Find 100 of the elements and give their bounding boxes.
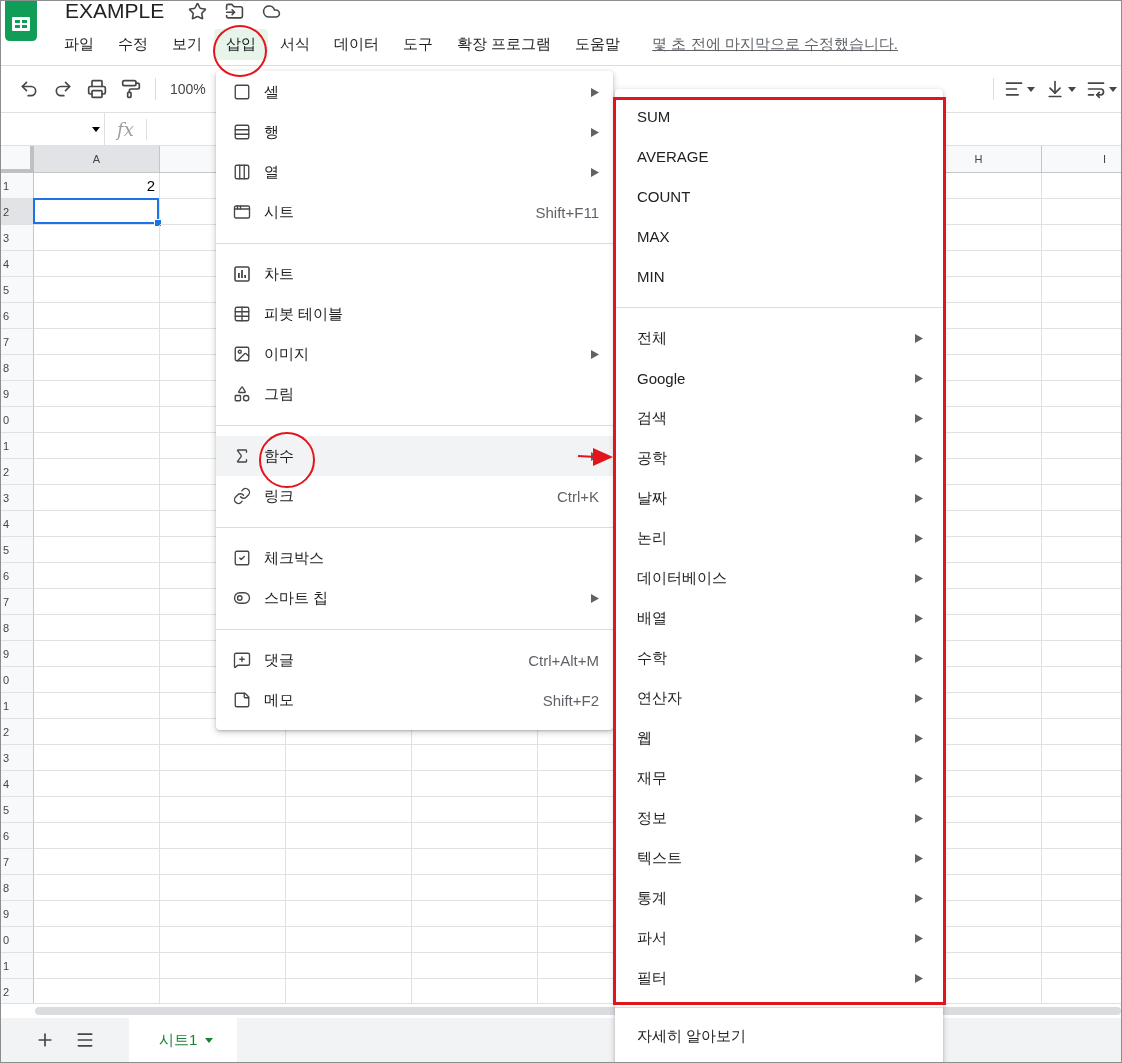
grid-cell[interactable]: [34, 901, 160, 927]
row-header[interactable]: 6: [1, 303, 34, 329]
row-header[interactable]: 3: [1, 225, 34, 251]
align-button[interactable]: [1004, 79, 1035, 99]
menu-item[interactable]: 연산자: [615, 678, 943, 718]
grid-cell[interactable]: [34, 407, 160, 433]
menu-bar-item[interactable]: 수정: [106, 28, 160, 60]
grid-cell[interactable]: [34, 667, 160, 693]
menu-item[interactable]: 논리: [615, 518, 943, 558]
menu-item[interactable]: 열: [216, 152, 613, 192]
grid-cell[interactable]: [286, 875, 412, 901]
grid-cell[interactable]: [160, 901, 286, 927]
menu-item[interactable]: 시트 Shift+F11: [216, 192, 613, 232]
menu-item[interactable]: 필터: [615, 958, 943, 998]
grid-cell[interactable]: [34, 797, 160, 823]
wrap-button[interactable]: [1086, 79, 1117, 99]
grid-cell[interactable]: [160, 797, 286, 823]
grid-cell[interactable]: [412, 849, 538, 875]
menu-item[interactable]: 피봇 테이블: [216, 294, 613, 334]
menu-item[interactable]: 체크박스: [216, 538, 613, 578]
grid-cell[interactable]: [160, 953, 286, 979]
redo-icon[interactable]: [53, 79, 73, 99]
star-icon[interactable]: [188, 1, 208, 21]
sheet-tab[interactable]: 시트1: [129, 1018, 238, 1062]
menu-item[interactable]: 파서: [615, 918, 943, 958]
grid-cell[interactable]: [160, 849, 286, 875]
grid-cell[interactable]: [34, 589, 160, 615]
menu-item[interactable]: 검색: [615, 398, 943, 438]
grid-cell[interactable]: [34, 329, 160, 355]
row-header[interactable]: 0: [1, 927, 34, 953]
grid-cell[interactable]: [160, 875, 286, 901]
grid-cell[interactable]: [286, 771, 412, 797]
grid-cell[interactable]: [412, 771, 538, 797]
menu-bar-item[interactable]: 삽입: [214, 28, 268, 60]
row-header[interactable]: 6: [1, 563, 34, 589]
menu-item[interactable]: 스마트 칩: [216, 578, 613, 618]
menu-item[interactable]: 자세히 알아보기: [615, 1016, 943, 1056]
grid-cell[interactable]: [34, 875, 160, 901]
selected-cell[interactable]: [33, 198, 159, 224]
grid-cell[interactable]: [160, 823, 286, 849]
row-header[interactable]: 1: [1, 173, 34, 199]
grid-cell[interactable]: [286, 849, 412, 875]
grid-cell[interactable]: [34, 355, 160, 381]
menu-bar-item[interactable]: 보기: [160, 28, 214, 60]
menu-bar-item[interactable]: 도움말: [563, 28, 633, 60]
grid-cell[interactable]: [34, 927, 160, 953]
row-header[interactable]: 0: [1, 667, 34, 693]
row-header[interactable]: 5: [1, 537, 34, 563]
row-header[interactable]: 2: [1, 979, 34, 1003]
menu-item[interactable]: 정보: [615, 798, 943, 838]
row-header[interactable]: 9: [1, 641, 34, 667]
grid-cell[interactable]: [286, 745, 412, 771]
vertical-align-button[interactable]: [1045, 79, 1076, 99]
menu-item[interactable]: MAX: [615, 216, 943, 256]
menu-bar-item[interactable]: 데이터: [322, 28, 391, 60]
undo-icon[interactable]: [19, 79, 39, 99]
row-header[interactable]: 1: [1, 693, 34, 719]
grid-cell[interactable]: [34, 251, 160, 277]
menu-item[interactable]: 메모 Shift+F2: [216, 680, 613, 720]
menu-item[interactable]: 데이터베이스: [615, 558, 943, 598]
row-header[interactable]: 4: [1, 511, 34, 537]
menu-item[interactable]: 차트: [216, 254, 613, 294]
row-header[interactable]: 8: [1, 875, 34, 901]
menu-item[interactable]: 재무: [615, 758, 943, 798]
grid-cell[interactable]: [412, 927, 538, 953]
grid-cell[interactable]: [34, 615, 160, 641]
grid-cell[interactable]: [160, 745, 286, 771]
menu-item[interactable]: 셀: [216, 72, 613, 112]
grid-cell[interactable]: [160, 927, 286, 953]
grid-cell[interactable]: 2: [34, 173, 160, 199]
row-header[interactable]: 8: [1, 615, 34, 641]
grid-cell[interactable]: [34, 771, 160, 797]
row-header[interactable]: 4: [1, 771, 34, 797]
menu-bar-item[interactable]: 서식: [268, 28, 322, 60]
sheet-list-icon[interactable]: [75, 1030, 95, 1050]
grid-cell[interactable]: [34, 849, 160, 875]
document-title[interactable]: EXAMPLE: [65, 1, 165, 23]
column-header[interactable]: I: [1042, 146, 1121, 173]
menu-item[interactable]: COUNT: [615, 176, 943, 216]
grid-cell[interactable]: [286, 797, 412, 823]
row-header[interactable]: 7: [1, 849, 34, 875]
grid-cell[interactable]: [160, 771, 286, 797]
grid-cell[interactable]: [286, 927, 412, 953]
grid-cell[interactable]: [34, 953, 160, 979]
grid-cell[interactable]: [286, 901, 412, 927]
row-header[interactable]: 4: [1, 251, 34, 277]
paint-roller-icon[interactable]: [121, 79, 141, 99]
menu-item[interactable]: 함수: [216, 436, 613, 476]
zoom-select[interactable]: 100%: [170, 81, 206, 97]
row-header[interactable]: 9: [1, 901, 34, 927]
grid-cell[interactable]: [286, 823, 412, 849]
row-header[interactable]: 7: [1, 329, 34, 355]
grid-cell[interactable]: [34, 485, 160, 511]
menu-item[interactable]: 링크 Ctrl+K: [216, 476, 613, 516]
menu-bar-item[interactable]: 확장 프로그램: [445, 28, 564, 60]
menu-item[interactable]: MIN: [615, 256, 943, 296]
grid-cell[interactable]: [34, 745, 160, 771]
row-header[interactable]: 1: [1, 433, 34, 459]
grid-cell[interactable]: [34, 459, 160, 485]
menu-item[interactable]: 댓글 Ctrl+Alt+M: [216, 640, 613, 680]
